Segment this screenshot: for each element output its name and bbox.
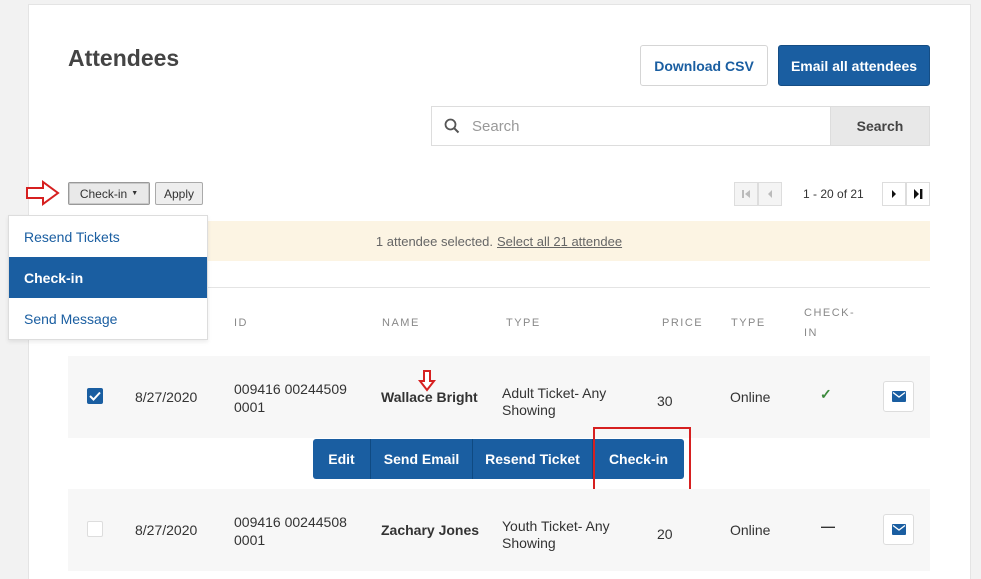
prev-page-icon: [768, 190, 772, 198]
next-page-icon: [892, 190, 896, 198]
caret-down-icon: ▼: [131, 190, 139, 197]
email-all-attendees-button[interactable]: Email all attendees: [778, 45, 930, 86]
next-page-button[interactable]: [882, 182, 906, 206]
header-check-in-line1: CHECK-: [804, 307, 856, 319]
bulk-action-select[interactable]: Check-in ▼: [68, 182, 150, 205]
checkmark-icon: [89, 391, 101, 401]
mail-icon: [891, 524, 906, 535]
pager-prev-group: [734, 182, 782, 206]
row-type-line1: Youth Ticket- Any: [502, 518, 610, 534]
row-email-button[interactable]: [883, 381, 914, 412]
resend-ticket-button[interactable]: Resend Ticket: [473, 439, 593, 479]
table-row: 8/27/2020 009416 00244508 0001 Zachary J…: [68, 489, 930, 571]
row-price: 20: [657, 526, 673, 542]
row-id-line1: 009416 00244509: [234, 381, 347, 397]
bulk-action-dropdown: Resend Tickets Check-in Send Message: [8, 215, 208, 340]
row-id-line2: 0001: [234, 532, 266, 548]
header-price: PRICE: [662, 317, 704, 329]
row-name: Zachary Jones: [381, 522, 480, 538]
download-csv-button[interactable]: Download CSV: [640, 45, 768, 86]
row-date: 8/27/2020: [135, 522, 198, 538]
select-all-link[interactable]: Select all 21 attendee: [497, 234, 622, 249]
dropdown-item-resend-tickets[interactable]: Resend Tickets: [9, 216, 207, 257]
dropdown-item-check-in[interactable]: Check-in: [9, 257, 207, 298]
header-check-in-line2: IN: [804, 327, 818, 339]
row-type-line2: Showing: [502, 535, 556, 551]
row-channel: Online: [730, 522, 771, 538]
red-arrow-right-icon: [26, 180, 60, 206]
row-type-line1: Adult Ticket- Any: [502, 385, 607, 401]
edit-button[interactable]: Edit: [313, 439, 371, 479]
page-title: Attendees: [68, 45, 180, 71]
search-button[interactable]: Search: [830, 106, 930, 146]
header-type: TYPE: [506, 317, 541, 329]
selection-count-text: 1 attendee selected.: [375, 233, 494, 249]
apply-button[interactable]: Apply: [155, 182, 203, 205]
row-id-line1: 009416 00244508: [234, 514, 347, 530]
dash-icon: —: [821, 518, 835, 534]
row-action-bar: Edit Send Email Resend Ticket Check-in: [313, 439, 684, 479]
pager-next-group: [882, 182, 930, 206]
send-email-button[interactable]: Send Email: [371, 439, 473, 479]
row-checkbox[interactable]: [87, 388, 103, 404]
header-channel-type: TYPE: [731, 317, 766, 329]
first-page-button[interactable]: [734, 182, 758, 206]
row-type-line2: Showing: [502, 402, 556, 418]
header-id: ID: [234, 317, 248, 329]
dropdown-item-send-message[interactable]: Send Message: [9, 298, 207, 339]
header-name: NAME: [382, 317, 420, 329]
check-in-button[interactable]: Check-in: [593, 439, 684, 479]
search-field[interactable]: [431, 106, 830, 146]
row-checkbox[interactable]: [87, 521, 103, 537]
row-date: 8/27/2020: [135, 389, 198, 405]
row-email-button[interactable]: [883, 514, 914, 545]
last-page-button[interactable]: [906, 182, 930, 206]
last-page-icon: [914, 189, 923, 199]
prev-page-button[interactable]: [758, 182, 782, 206]
search-icon: [432, 118, 472, 134]
row-id-line2: 0001: [234, 399, 266, 415]
row-channel: Online: [730, 389, 771, 405]
row-price: 30: [657, 393, 673, 409]
check-icon: ✓: [820, 386, 832, 402]
bulk-action-selected-label: Check-in: [79, 186, 128, 201]
pagination-range: 1 - 20 of 21: [803, 187, 864, 201]
red-arrow-down-icon: [418, 370, 436, 392]
table-row: 8/27/2020 009416 00244509 0001 Wallace B…: [68, 356, 930, 438]
mail-icon: [891, 391, 906, 402]
first-page-icon: [742, 190, 750, 198]
search-input[interactable]: [472, 117, 802, 135]
